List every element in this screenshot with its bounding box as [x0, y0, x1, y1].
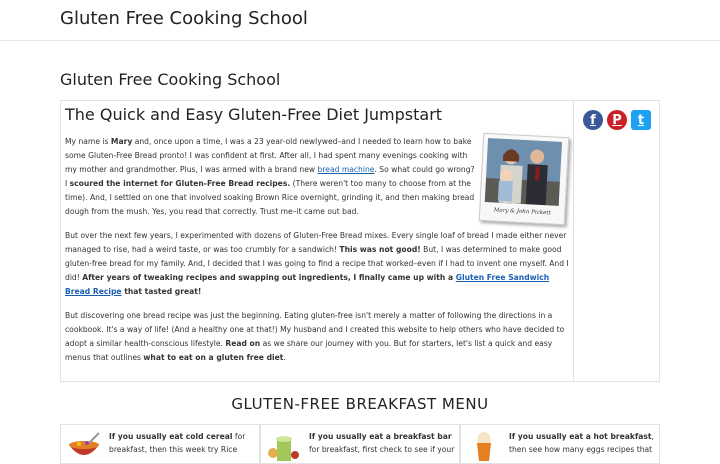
bread-machine-link[interactable]: bread machine [318, 165, 375, 174]
breakfast-card-bar[interactable]: If you usually eat a breakfast bar for b… [260, 424, 460, 464]
bold-text: that tasted great! [121, 287, 202, 296]
bold-text: Read on [225, 339, 261, 348]
cereal-bowl-icon [69, 432, 100, 455]
page-title: Gluten Free Cooking School [60, 70, 281, 89]
card-bold: If you usually eat cold cereal [109, 432, 233, 441]
article-heading: The Quick and Easy Gluten-Free Diet Jump… [65, 105, 443, 124]
site-title[interactable]: Gluten Free Cooking School [60, 8, 308, 29]
twitter-glyph: t [637, 112, 645, 128]
author-photo: Mary & John Pickett [478, 132, 570, 226]
bold-text: scoured the internet for Gluten-Free Bre… [69, 179, 291, 188]
bold-name: Mary [110, 137, 133, 146]
family-photo-icon [484, 138, 562, 206]
bold-text: After years of tweaking recipes and swap… [82, 273, 456, 282]
bold-text: This was not good! [339, 245, 421, 254]
pinterest-glyph: P [612, 112, 622, 128]
breakfast-menu-heading: GLUTEN-FREE BREAKFAST MENU [231, 395, 489, 413]
card-text: If you usually eat a breakfast bar for b… [309, 430, 455, 456]
facebook-glyph: f [590, 112, 596, 128]
card-text: If you usually eat cold cereal for break… [109, 430, 255, 456]
article-box: The Quick and Easy Gluten-Free Diet Jump… [60, 100, 574, 382]
twitter-icon[interactable]: t [631, 110, 651, 130]
paragraph-3: But discovering one bread recipe was jus… [65, 309, 571, 365]
photo-image [484, 138, 562, 206]
text: My name is [65, 137, 111, 146]
paragraph-2: But over the next few years, I experimen… [65, 229, 571, 299]
pinterest-icon[interactable]: P [607, 110, 627, 130]
breakfast-card-cereal[interactable]: If you usually eat cold cereal for break… [60, 424, 260, 464]
paragraph-1: Mary & John Pickett My name is Mary and,… [65, 132, 571, 226]
card-bold: If you usually eat a hot breakfast [509, 432, 652, 441]
bold-text: what to eat on a gluten free diet [143, 353, 284, 362]
egg-cup-icon [477, 432, 491, 461]
article-body: Mary & John Pickett My name is Mary and,… [65, 132, 571, 375]
share-sidebar: f P t [574, 100, 660, 382]
site-header: Gluten Free Cooking School [0, 0, 720, 41]
facebook-icon[interactable]: f [583, 110, 603, 130]
breakfast-card-hot[interactable]: If you usually eat a hot breakfast, then… [460, 424, 660, 464]
card-text: If you usually eat a hot breakfast, then… [509, 430, 655, 456]
text: . [283, 353, 286, 362]
photo-caption: Mary & John Pickett [493, 207, 551, 217]
share-icons: f P t [583, 110, 651, 130]
smoothie-icon [268, 436, 299, 461]
card-bold: If you usually eat a breakfast bar [309, 432, 452, 441]
